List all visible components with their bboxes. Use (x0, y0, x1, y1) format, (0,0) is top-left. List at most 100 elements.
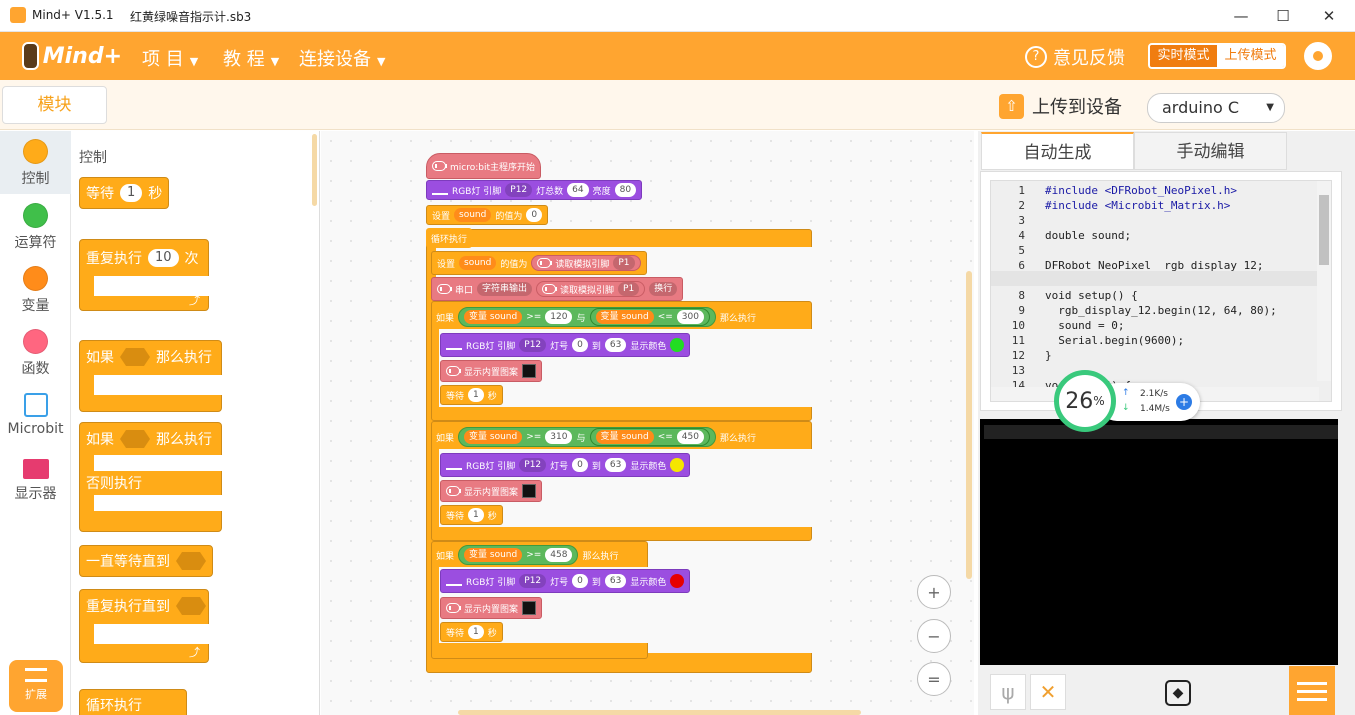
workspace-horizontal-scrollbar[interactable] (458, 710, 861, 715)
maximize-button[interactable]: ☐ (1260, 0, 1306, 32)
led-from-input[interactable]: 0 (572, 574, 588, 588)
category-functions[interactable]: 函数 (0, 329, 71, 378)
value-input[interactable]: 0 (526, 208, 543, 222)
menu-project[interactable]: 项 目 ▼ (142, 45, 198, 71)
cpu-usage-gauge[interactable]: 26% (1054, 370, 1116, 432)
menu-list-button[interactable] (1289, 666, 1335, 715)
pin-dropdown[interactable]: P12 (505, 183, 533, 197)
variable-reporter[interactable]: 变量 sound (595, 430, 654, 444)
code-editor[interactable]: 1 #include <DFRobot_NeoPixel.h> 2 #include … (990, 180, 1332, 402)
led-from-input[interactable]: 0 (572, 458, 588, 472)
microbit-start-hat-block[interactable]: micro:bit主程序开始 (426, 153, 541, 179)
led-matrix-icon[interactable] (522, 364, 537, 378)
wait-block[interactable]: 等待 1 秒 (440, 622, 503, 642)
upload-mode-button[interactable]: 上传模式 (1217, 45, 1284, 67)
rgb-init-block[interactable]: RGB灯 引脚 P12 灯总数 64 亮度 80 (426, 180, 643, 200)
show-image-block[interactable]: 显示内置图案 (440, 597, 543, 619)
newline-dropdown[interactable]: 换行 (649, 282, 678, 296)
threshold-input[interactable]: 458 (545, 548, 573, 562)
wait-seconds-input[interactable]: 1 (468, 625, 484, 639)
show-image-block[interactable]: 显示内置图案 (440, 360, 543, 382)
repeat-count-input[interactable]: 10 (148, 249, 179, 267)
pin-dropdown[interactable]: P12 (519, 574, 547, 588)
variable-reporter[interactable]: 变量 sound (464, 310, 523, 324)
wait-block[interactable]: 等待 1 秒 (440, 505, 503, 525)
zoom-out-button[interactable]: − (917, 619, 951, 653)
color-swatch[interactable] (670, 574, 685, 588)
board-select[interactable]: arduino C ▼ (1147, 93, 1285, 123)
serial-monitor[interactable] (980, 419, 1338, 665)
menu-connect[interactable]: 连接设备 ▼ (299, 45, 385, 71)
variable-dropdown[interactable]: sound (454, 208, 492, 222)
mode-toggle[interactable]: 实时模式 上传模式 (1148, 43, 1286, 69)
eraser-icon[interactable]: ◆ (1165, 680, 1191, 706)
disconnect-icon[interactable]: ✕ (1030, 674, 1066, 710)
set-read-block[interactable]: 设置 sound 的值为 读取模拟引脚 P1 (431, 251, 647, 275)
category-control[interactable]: 控制 (0, 131, 71, 194)
palette-scrollbar[interactable] (312, 134, 317, 206)
threshold-input[interactable]: 120 (545, 310, 573, 324)
led-count-input[interactable]: 64 (567, 183, 589, 197)
category-microbit[interactable]: Microbit (0, 393, 71, 437)
led-matrix-icon[interactable] (522, 601, 537, 615)
palette-repeat-block[interactable]: 重复执行 10 次 ⤴ (79, 239, 210, 311)
category-variables[interactable]: 变量 (0, 266, 71, 315)
rgb-set-color-block[interactable]: RGB灯 引脚 P12 灯号 0 到 63 显示颜色 (440, 453, 691, 477)
wait-seconds-input[interactable]: 1 (120, 184, 143, 202)
serial-input-line[interactable] (984, 425, 1338, 439)
zoom-in-button[interactable]: + (917, 575, 951, 609)
threshold-input[interactable]: 300 (676, 310, 704, 324)
wait-seconds-input[interactable]: 1 (468, 508, 484, 522)
serial-mode-dropdown[interactable]: 字符串输出 (477, 282, 533, 296)
led-from-input[interactable]: 0 (572, 338, 588, 352)
rgb-set-color-block[interactable]: RGB灯 引脚 P12 灯号 0 到 63 显示颜色 (440, 333, 691, 357)
color-swatch[interactable] (670, 458, 685, 472)
pin-dropdown[interactable]: P12 (519, 458, 547, 472)
palette-if-then-block[interactable]: 如果 那么执行 (79, 340, 223, 412)
gear-icon[interactable] (1304, 42, 1332, 70)
category-operators[interactable]: 运算符 (0, 203, 71, 252)
extension-button[interactable]: 扩展 (9, 660, 63, 712)
color-swatch[interactable] (670, 338, 685, 352)
close-button[interactable]: ✕ (1306, 0, 1352, 32)
led-to-input[interactable]: 63 (604, 458, 627, 472)
pin-dropdown[interactable]: P1 (613, 256, 635, 270)
brightness-input[interactable]: 80 (614, 183, 637, 197)
rgb-set-color-block[interactable]: RGB灯 引脚 P12 灯号 0 到 63 显示颜色 (440, 569, 691, 593)
upload-to-device-button[interactable]: ⇧ 上传到设备 (999, 93, 1122, 119)
serial-print-block[interactable]: 串口 字符串输出 读取模拟引脚 P1 换行 (431, 277, 684, 301)
tab-auto-generate[interactable]: 自动生成 (981, 132, 1134, 170)
variable-reporter[interactable]: 变量 sound (464, 430, 523, 444)
code-vertical-scrollbar[interactable] (1317, 181, 1331, 381)
palette-repeat-until-block[interactable]: 重复执行直到 ⤴ (79, 589, 210, 663)
palette-if-else-block[interactable]: 如果 那么执行 否则执行 (79, 422, 223, 532)
realtime-mode-button[interactable]: 实时模式 (1150, 45, 1217, 67)
wait-block[interactable]: 等待 1 秒 (440, 385, 503, 405)
show-image-block[interactable]: 显示内置图案 (440, 480, 543, 502)
palette-wait-block[interactable]: 等待 1 秒 (79, 177, 170, 209)
threshold-input[interactable]: 450 (676, 430, 704, 444)
pin-dropdown[interactable]: P12 (519, 338, 547, 352)
palette-wait-until-block[interactable]: 一直等待直到 (79, 545, 213, 577)
minimize-button[interactable]: — (1218, 0, 1264, 32)
variable-reporter[interactable]: 变量 sound (464, 548, 523, 562)
wait-seconds-input[interactable]: 1 (468, 388, 484, 402)
plus-icon[interactable]: + (1176, 394, 1192, 410)
zoom-reset-button[interactable]: = (917, 662, 951, 696)
workspace-vertical-scrollbar[interactable] (966, 271, 972, 579)
feedback-button[interactable]: ? 意见反馈 (1025, 44, 1125, 70)
code-workspace[interactable]: micro:bit主程序开始 RGB灯 引脚 P12 灯总数 64 亮度 80 设置 sou… (321, 131, 974, 715)
led-to-input[interactable]: 63 (604, 574, 627, 588)
menu-tutorial[interactable]: 教 程 ▼ (223, 45, 279, 71)
set-variable-block[interactable]: 设置 sound 的值为 0 (426, 205, 549, 225)
tab-modules[interactable]: 模块 (2, 86, 107, 124)
palette-forever-block[interactable]: 循环执行 (79, 689, 187, 715)
led-matrix-icon[interactable] (522, 484, 537, 498)
usb-icon[interactable]: ψ (990, 674, 1026, 710)
variable-dropdown[interactable]: sound (459, 256, 497, 270)
category-display[interactable]: 显示器 (0, 459, 71, 503)
pin-dropdown[interactable]: P1 (618, 282, 640, 296)
tab-manual-edit[interactable]: 手动编辑 (1134, 132, 1287, 170)
variable-reporter[interactable]: 变量 sound (595, 310, 654, 324)
threshold-input[interactable]: 310 (545, 430, 573, 444)
